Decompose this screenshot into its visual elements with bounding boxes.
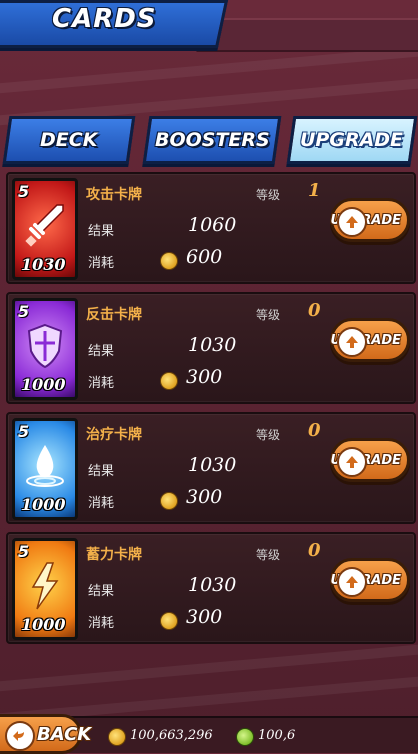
coin-icon [160,612,178,630]
cost-value: 300 [186,606,223,628]
cost-value: 300 [186,366,223,388]
result-label: 结果 [88,224,115,239]
header-bar [196,18,418,52]
coin-icon [160,252,178,270]
card-name: 蓄力卡牌 [86,547,142,563]
level-label: 等级 [256,188,281,202]
back-button-label: BACK [37,723,92,745]
arrow-up-icon [337,447,367,477]
result-value: 1030 [188,454,237,476]
card-level: 5 [18,422,30,441]
tab-boosters[interactable]: BOOSTERS [142,116,282,164]
card-thumbnail[interactable]: 5 1000 [12,418,78,520]
arrow-up-icon [337,567,367,597]
header: CARDS [0,0,418,52]
tab-label: BOOSTERS [154,129,270,151]
upgrade-button[interactable]: UPGRADE [330,558,410,602]
upgrade-button[interactable]: UPGRADE [330,318,410,362]
card-name: 攻击卡牌 [86,187,142,203]
result-value: 1030 [188,574,237,596]
level-label: 等级 [256,548,281,562]
coin-icon [160,372,178,390]
cost-label: 消耗 [88,496,115,511]
arrow-up-icon [337,327,367,357]
result-label: 结果 [88,344,115,359]
level-label: 等级 [256,308,281,322]
card-value: 1030 [21,255,66,274]
tab-upgrade[interactable]: UPGRADE [286,116,418,164]
cost-label: 消耗 [88,256,115,271]
level-value: 1 [308,180,321,201]
card-thumbnail[interactable]: 5 1000 [12,298,78,400]
coin-icon [160,492,178,510]
card-level: 5 [18,542,30,561]
card-name: 治疗卡牌 [86,427,142,443]
back-arrow-icon [5,721,35,751]
card-level: 5 [18,182,30,201]
result-value: 1060 [188,214,237,236]
card-row-heal: 5 1000 治疗卡牌 等级 0 结果 1030 消耗 300 UPGRADE [6,412,416,524]
coin-icon [108,728,126,746]
level-value: 0 [308,420,321,441]
arrow-up-icon [337,207,367,237]
tab-label: DECK [40,129,98,151]
page-title: CARDS [52,4,157,34]
cost-label: 消耗 [88,376,115,391]
card-value: 1000 [21,615,66,634]
coin-balance: 100,663,296 [130,728,213,743]
card-row-attack: 5 1030 攻击卡牌 等级 1 结果 1060 消耗 600 UPGRADE [6,172,416,284]
result-label: 结果 [88,464,115,479]
cost-label: 消耗 [88,616,115,631]
footer-bar: BACK 100,663,296 100,6 [0,714,418,754]
cost-value: 600 [186,246,223,268]
level-value: 0 [308,300,321,321]
back-button[interactable]: BACK [0,714,91,754]
card-row-charge: 5 1000 蓄力卡牌 等级 0 结果 1030 消耗 300 UPGRADE [6,532,416,644]
card-value: 1000 [21,495,66,514]
result-label: 结果 [88,584,115,599]
upgrade-button[interactable]: UPGRADE [330,198,410,242]
tab-label: UPGRADE [300,129,404,151]
level-value: 0 [308,540,321,561]
card-thumbnail[interactable]: 5 1000 [12,538,78,640]
card-row-counter: 5 1000 反击卡牌 等级 0 结果 1030 消耗 300 UPGRADE [6,292,416,404]
card-name: 反击卡牌 [86,307,142,323]
card-thumbnail[interactable]: 5 1030 [12,178,78,280]
level-label: 等级 [256,428,281,442]
card-level: 5 [18,302,30,321]
gem-balance: 100,6 [258,728,296,743]
upgrade-button[interactable]: UPGRADE [330,438,410,482]
card-value: 1000 [21,375,66,394]
tab-deck[interactable]: DECK [2,116,136,164]
gem-icon [236,728,254,746]
result-value: 1030 [188,334,237,356]
cost-value: 300 [186,486,223,508]
